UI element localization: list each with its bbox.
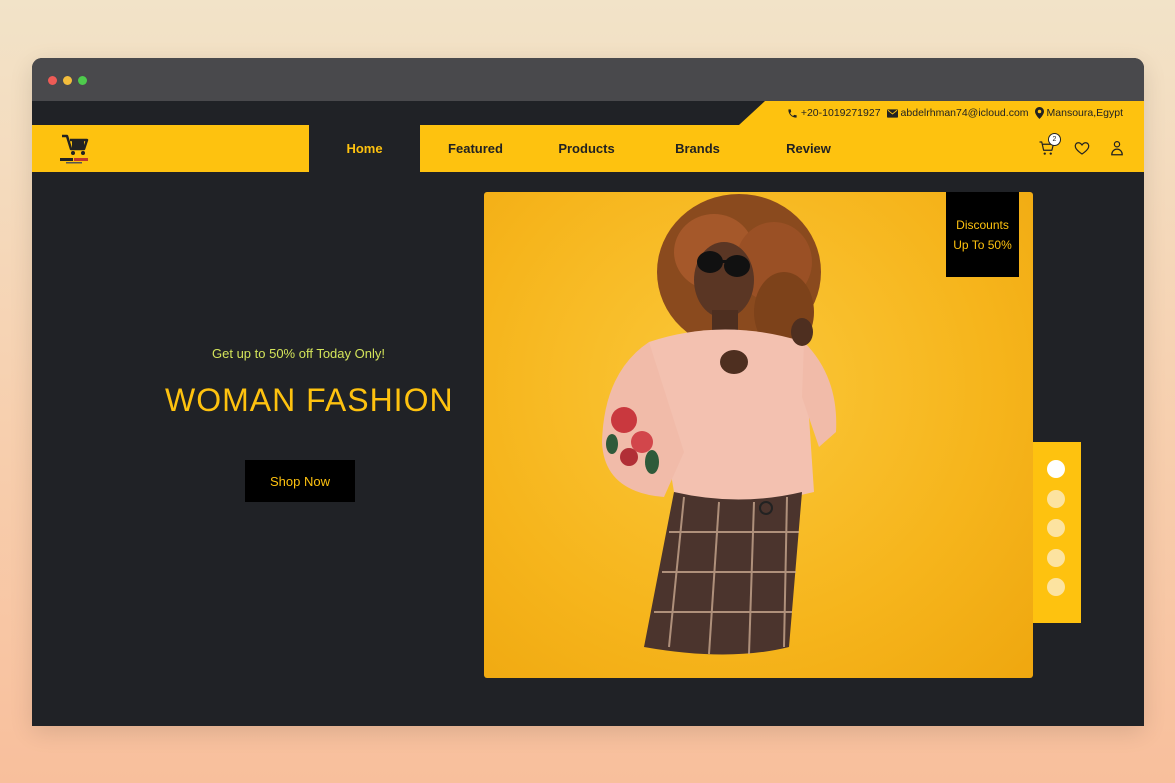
contact-email[interactable]: abdelrhman74@icloud.com: [886, 107, 1029, 119]
cart-button[interactable]: 2: [1038, 133, 1061, 157]
location-pin-icon: [1034, 107, 1044, 119]
mail-icon: [886, 108, 898, 118]
phone-text: +20-1019271927: [800, 107, 881, 119]
maximize-window-dot[interactable]: [78, 76, 87, 85]
nav-review-label: Review: [786, 141, 831, 156]
nav-products[interactable]: Products: [531, 125, 642, 172]
minimize-window-dot[interactable]: [63, 76, 72, 85]
hero-tagline: Get up to 50% off Today Only!: [212, 346, 385, 361]
close-window-dot[interactable]: [48, 76, 57, 85]
nav-featured[interactable]: Featured: [420, 125, 531, 172]
nav-featured-label: Featured: [448, 141, 503, 156]
window-titlebar: [32, 58, 1144, 101]
phone-icon: [788, 108, 797, 118]
discount-line-2: Up To 50%: [953, 237, 1012, 252]
slide-dot-2[interactable]: [1047, 490, 1065, 508]
discount-badge: Discounts Up To 50%: [946, 192, 1019, 277]
slide-dot-3[interactable]: [1047, 519, 1065, 537]
hero-headline: WOMAN FASHION: [165, 382, 454, 418]
slide-dot-5[interactable]: [1047, 578, 1065, 596]
slider-pagination: [1033, 442, 1081, 623]
contact-location[interactable]: Mansoura,Egypt: [1034, 107, 1123, 119]
discount-line-1: Discounts: [956, 217, 1009, 232]
location-text: Mansoura,Egypt: [1046, 107, 1123, 119]
cart-logo-icon[interactable]: [58, 133, 98, 165]
nav-brands-label: Brands: [675, 141, 720, 156]
slide-dot-4[interactable]: [1047, 549, 1065, 567]
hero-section: Get up to 50% off Today Only! WOMAN FASH…: [32, 172, 1144, 726]
slide-dot-1[interactable]: [1047, 460, 1065, 478]
nav-products-label: Products: [558, 141, 615, 156]
account-button[interactable]: [1108, 139, 1126, 157]
nav-home-label: Home: [346, 141, 383, 156]
heart-icon: [1074, 142, 1090, 155]
contact-phone[interactable]: +20-1019271927: [787, 107, 881, 119]
contact-bar: +20-1019271927 abdelrhman74@icloud.com M…: [739, 101, 1144, 125]
user-icon: [1111, 141, 1123, 156]
nav-home[interactable]: Home: [309, 125, 420, 172]
main-navbar: Home Featured Products Brands Review 2: [32, 125, 1144, 172]
email-text: abdelrhman74@icloud.com: [900, 107, 1029, 119]
browser-window: +20-1019271927 abdelrhman74@icloud.com M…: [32, 58, 1144, 726]
wishlist-button[interactable]: [1073, 139, 1091, 157]
shop-now-button[interactable]: Shop Now: [245, 460, 355, 502]
nav-review[interactable]: Review: [753, 125, 864, 172]
cart-count-badge: 2: [1048, 133, 1061, 146]
nav-brands[interactable]: Brands: [642, 125, 753, 172]
